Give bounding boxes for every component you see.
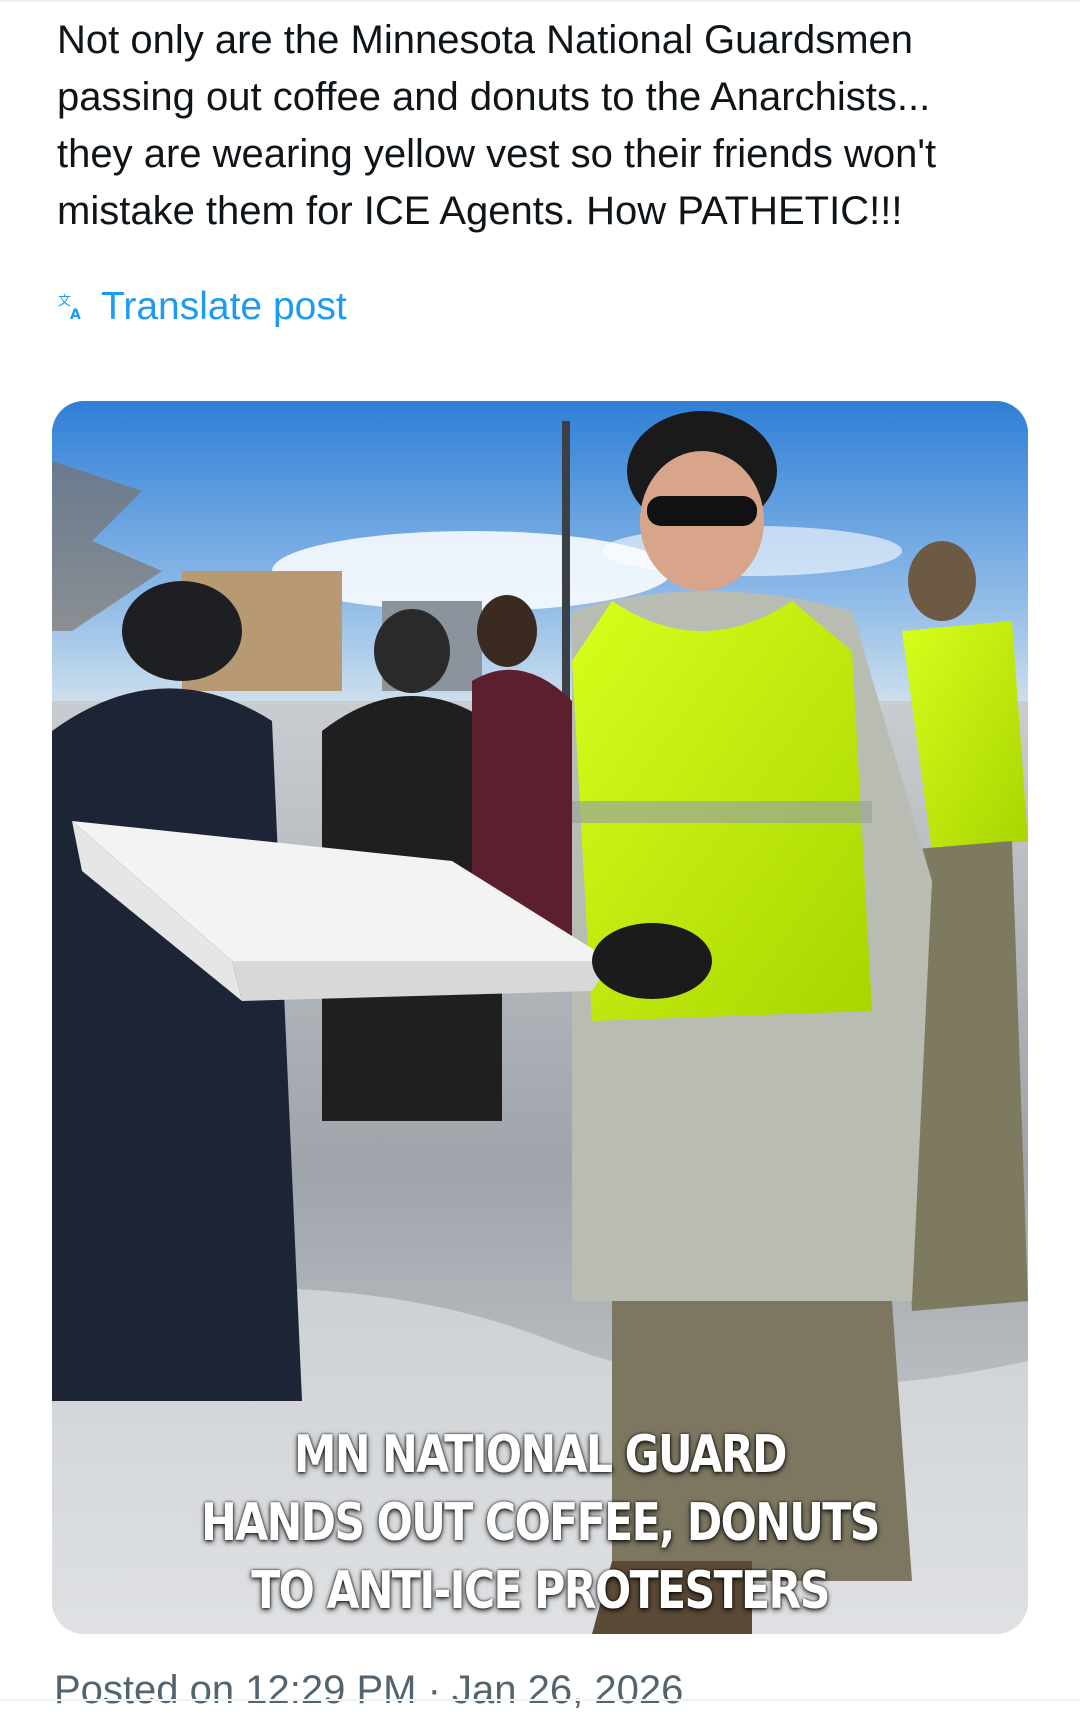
caption-line: TO ANTI-ICE PROTESTERS [251,1561,830,1621]
post-media-image[interactable]: MN NATIONAL GUARD HANDS OUT COFFEE, DONU… [52,401,1028,1634]
posted-timestamp[interactable]: Posted on 12:29 PM · Jan 26, 2026 [54,1668,683,1713]
translate-icon: 文 A [58,294,81,322]
media-caption: MN NATIONAL GUARD HANDS OUT COFFEE, DONU… [140,1421,940,1625]
top-divider [0,0,1080,2]
translate-post-link[interactable]: 文 A Translate post [57,285,347,329]
translate-post-label: Translate post [101,285,347,328]
post-text: Not only are the Minnesota National Guar… [57,18,937,233]
svg-text:A: A [70,307,81,322]
bottom-divider [0,1699,1080,1701]
caption-line: HANDS OUT COFFEE, DONUTS [201,1493,880,1553]
caption-line: MN NATIONAL GUARD [294,1425,788,1485]
